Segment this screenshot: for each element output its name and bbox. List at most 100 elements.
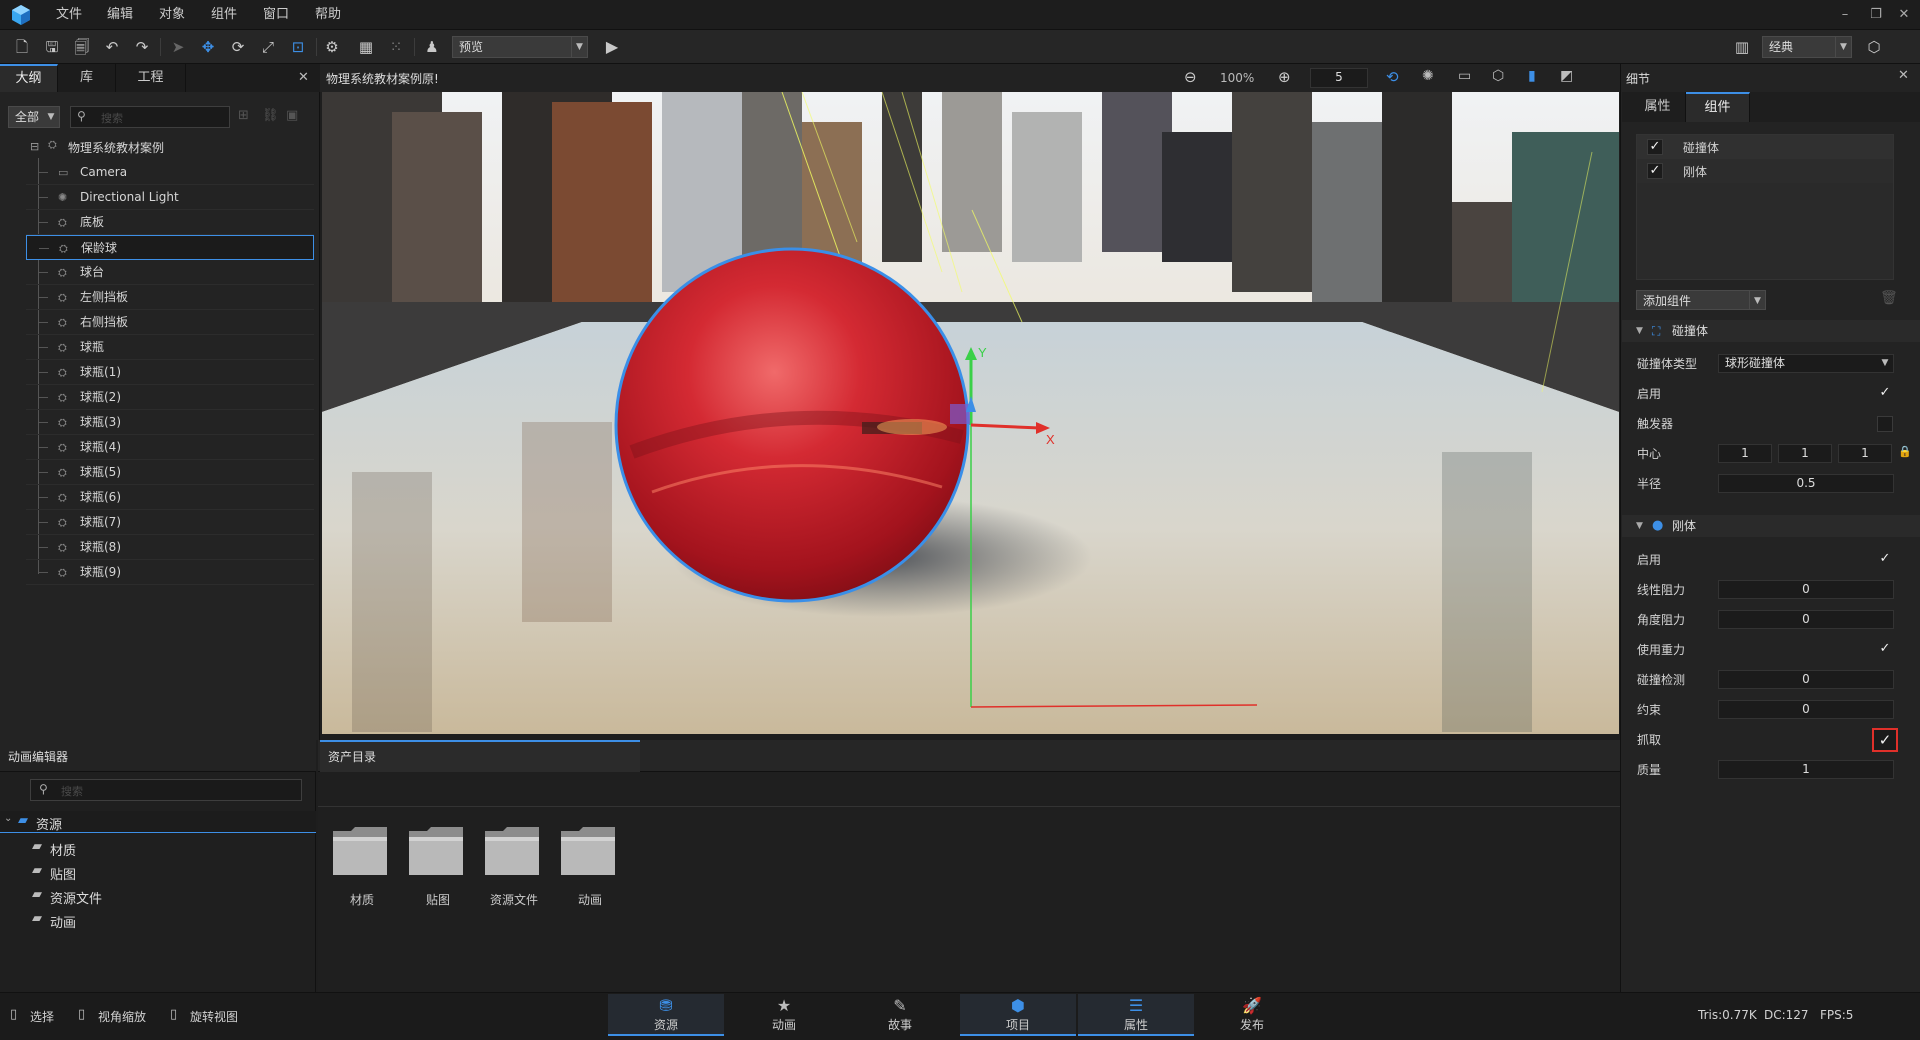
- outline-item[interactable]: ⛭ 球瓶(5): [26, 460, 314, 485]
- use-gravity-checkbox[interactable]: ✓: [1877, 642, 1893, 658]
- play-icon[interactable]: ▶: [600, 35, 624, 59]
- expand-icon[interactable]: ▣: [286, 108, 298, 123]
- outline-item[interactable]: ⛭ 球瓶(2): [26, 385, 314, 410]
- add-component-select[interactable]: 添加组件 ▼: [1636, 290, 1766, 310]
- save-icon[interactable]: 🖫: [40, 35, 64, 59]
- tab-outline[interactable]: 大纲: [0, 64, 58, 92]
- center-x-field[interactable]: 1: [1718, 444, 1772, 463]
- list-item[interactable]: ✓ 碰撞体: [1637, 135, 1893, 159]
- outline-item[interactable]: ✺ Directional Light: [26, 185, 314, 210]
- rect-tool-icon[interactable]: ⊡: [286, 35, 310, 59]
- settings-icon[interactable]: ⬡: [1862, 35, 1886, 59]
- tab-components[interactable]: 组件: [1686, 92, 1750, 122]
- outline-item[interactable]: ⛭ 球台: [26, 260, 314, 285]
- grid-icon[interactable]: ▦: [354, 35, 378, 59]
- scene-viewport[interactable]: Y X: [322, 92, 1619, 734]
- outline-root[interactable]: 物理系统教材案例: [68, 138, 164, 158]
- collapse-icon[interactable]: ⊟: [30, 140, 39, 153]
- outline-search-input[interactable]: ⚲ 搜索: [70, 106, 230, 128]
- layout-select[interactable]: 经典 ▼: [1762, 36, 1852, 58]
- outline-item[interactable]: ⛭ 左侧挡板: [26, 285, 314, 310]
- outline-item[interactable]: ⛭ 球瓶(4): [26, 435, 314, 460]
- asset-tree-item[interactable]: ▰ 动画: [32, 910, 292, 932]
- camera-icon[interactable]: ▭: [1458, 68, 1471, 84]
- outline-item[interactable]: ⛭ 球瓶(6): [26, 485, 314, 510]
- redo-icon[interactable]: ↷: [130, 35, 154, 59]
- scale-tool-icon[interactable]: ⤢: [256, 35, 280, 59]
- angular-drag-field[interactable]: 0: [1718, 610, 1894, 629]
- nav-properties[interactable]: ☰ 属性: [1078, 994, 1194, 1036]
- player-icon[interactable]: ♟: [420, 35, 444, 59]
- physics-icon[interactable]: ⚙: [320, 35, 344, 59]
- outline-item[interactable]: ⛭ 球瓶(7): [26, 510, 314, 535]
- undo-icon[interactable]: ↶: [100, 35, 124, 59]
- save-all-icon[interactable]: 🗐: [70, 35, 94, 59]
- outline-item[interactable]: ⛭ 球瓶: [26, 335, 314, 360]
- outline-item[interactable]: ⛭ 球瓶(9): [26, 560, 314, 585]
- collision-detection-field[interactable]: 0: [1718, 670, 1894, 689]
- asset-folder[interactable]: 动画: [559, 825, 621, 908]
- collider-enable-checkbox[interactable]: ✓: [1877, 386, 1893, 402]
- close-icon[interactable]: ✕: [298, 70, 309, 85]
- perspective-icon[interactable]: ▮: [1528, 68, 1536, 84]
- layout-icon[interactable]: ▥: [1730, 35, 1754, 59]
- outline-item[interactable]: ⛭ 球瓶(8): [26, 535, 314, 560]
- nav-project[interactable]: ⬢ 项目: [960, 994, 1076, 1036]
- nav-story[interactable]: ✎ 故事: [842, 994, 958, 1036]
- trash-icon[interactable]: 🗑: [1880, 290, 1898, 306]
- outline-filter-select[interactable]: 全部 ▼: [8, 106, 60, 128]
- asset-tree-item[interactable]: ▰ 材质: [32, 838, 292, 860]
- menu-help[interactable]: 帮助: [315, 0, 341, 30]
- collider-type-select[interactable]: 球形碰撞体 ▼: [1718, 354, 1894, 373]
- outline-item[interactable]: ⛭ 保龄球: [26, 235, 314, 260]
- linear-drag-field[interactable]: 0: [1718, 580, 1894, 599]
- close-icon[interactable]: ✕: [1892, 3, 1916, 27]
- outline-item[interactable]: ⛭ 右侧挡板: [26, 310, 314, 335]
- tab-assets[interactable]: 资产目录: [320, 740, 640, 772]
- tab-library[interactable]: 库: [58, 64, 116, 92]
- filter-icon[interactable]: ⊞: [238, 108, 249, 123]
- light-icon[interactable]: ✺: [1422, 68, 1434, 84]
- menu-edit[interactable]: 编辑: [107, 0, 133, 30]
- tab-project[interactable]: 工程: [116, 64, 186, 92]
- select-tool-icon[interactable]: ➤: [166, 35, 190, 59]
- outline-item[interactable]: ⛭ 球瓶(3): [26, 410, 314, 435]
- asset-folder[interactable]: 资源文件: [483, 825, 545, 908]
- nav-publish[interactable]: 🚀 发布: [1194, 994, 1310, 1036]
- restore-icon[interactable]: ❐: [1864, 3, 1888, 27]
- tab-properties[interactable]: 属性: [1630, 92, 1686, 122]
- dots-grid-icon[interactable]: ⁙: [384, 35, 408, 59]
- asset-folder[interactable]: 材质: [331, 825, 393, 908]
- new-file-icon[interactable]: 🗋: [10, 35, 34, 59]
- cube-icon[interactable]: ⬡: [1492, 68, 1504, 84]
- lock-icon[interactable]: 🔒: [1898, 445, 1912, 458]
- rb-enable-checkbox[interactable]: ✓: [1877, 552, 1893, 568]
- menu-object[interactable]: 对象: [159, 0, 185, 30]
- menu-component[interactable]: 组件: [211, 0, 237, 30]
- preview-select[interactable]: 预览 ▼: [452, 36, 588, 58]
- mass-field[interactable]: 1: [1718, 760, 1894, 779]
- snap-icon[interactable]: ⟲: [1386, 68, 1399, 86]
- collider-trigger-checkbox[interactable]: [1877, 416, 1893, 432]
- asset-tree-root[interactable]: ⌄ ▰ 资源: [0, 811, 316, 833]
- nav-resources[interactable]: ⛃ 资源: [608, 994, 724, 1036]
- constraint-field[interactable]: 0: [1718, 700, 1894, 719]
- menu-window[interactable]: 窗口: [263, 0, 289, 30]
- center-z-field[interactable]: 1: [1838, 444, 1892, 463]
- outline-item[interactable]: ⛭ 球瓶(1): [26, 360, 314, 385]
- close-icon[interactable]: ✕: [1898, 68, 1909, 83]
- outline-item[interactable]: ⛭ 底板: [26, 210, 314, 235]
- zoom-out-icon[interactable]: ⊖: [1184, 68, 1197, 86]
- asset-search-input[interactable]: ⚲ 搜索: [30, 779, 302, 801]
- grab-checkbox[interactable]: ✓: [1872, 728, 1898, 752]
- collider-section-header[interactable]: ▼ ⛶ 碰撞体: [1622, 320, 1920, 342]
- component-collider-checkbox[interactable]: ✓: [1647, 139, 1663, 155]
- link-icon[interactable]: ⛓: [262, 108, 279, 123]
- component-rigidbody-checkbox[interactable]: ✓: [1647, 163, 1663, 179]
- rotate-tool-icon[interactable]: ⟳: [226, 35, 250, 59]
- grid-size-field[interactable]: 5: [1310, 68, 1368, 88]
- nav-animation[interactable]: ★ 动画: [726, 994, 842, 1036]
- menu-file[interactable]: 文件: [56, 0, 82, 30]
- asset-tree-item[interactable]: ▰ 资源文件: [32, 886, 292, 908]
- asset-folder[interactable]: 贴图: [407, 825, 469, 908]
